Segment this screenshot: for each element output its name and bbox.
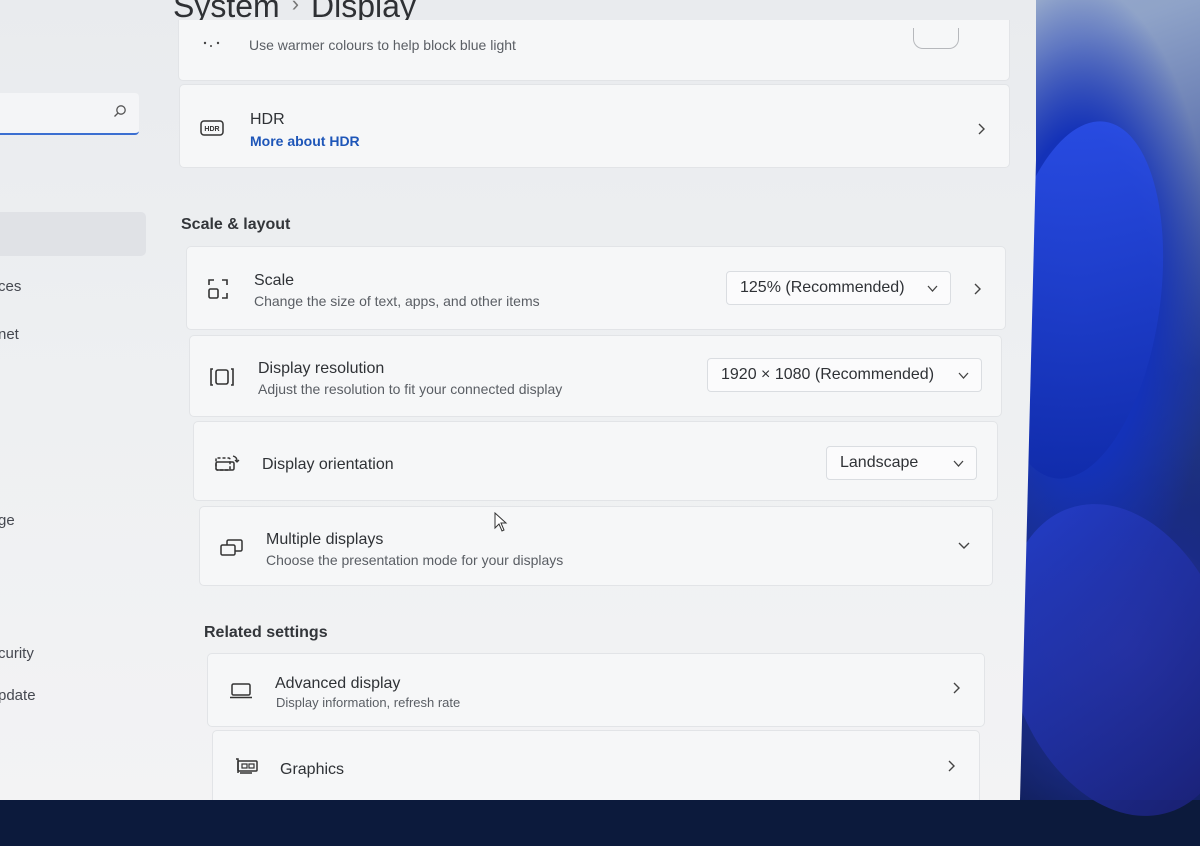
chevron-right-icon[interactable] bbox=[971, 283, 983, 295]
hdr-icon: HDR bbox=[200, 120, 224, 136]
monitor-icon bbox=[230, 683, 252, 699]
display-orientation-title: Display orientation bbox=[262, 456, 394, 473]
night-light-subtitle: Use warmer colours to help block blue li… bbox=[249, 37, 516, 53]
settings-window: ces net ge curity pdate System › Display U… bbox=[0, 0, 1036, 800]
chevron-down-icon bbox=[958, 372, 969, 379]
sidebar-item-devices[interactable]: ces bbox=[0, 278, 21, 295]
scale-icon bbox=[208, 279, 228, 299]
resolution-icon bbox=[210, 368, 234, 386]
hdr-title: HDR bbox=[250, 111, 285, 128]
graphics-title: Graphics bbox=[280, 761, 345, 778]
graphics-card-icon bbox=[236, 758, 258, 774]
chevron-right-icon bbox=[978, 123, 985, 135]
more-about-hdr-link[interactable]: More about HDR bbox=[250, 133, 360, 149]
night-light-icon bbox=[203, 41, 220, 47]
resolution-dropdown[interactable]: 1920 × 1080 (Recommended) bbox=[707, 358, 982, 392]
breadcrumb-separator: › bbox=[291, 0, 300, 16]
scale-layout-heading: Scale & layout bbox=[181, 216, 291, 233]
chevron-right-icon bbox=[953, 682, 960, 694]
scale-title: Scale bbox=[254, 272, 295, 289]
advanced-display-subtitle: Display information, refresh rate bbox=[276, 695, 461, 710]
scale-card[interactable]: Scale Change the size of text, apps, and… bbox=[186, 246, 1006, 330]
chevron-down-icon[interactable] bbox=[958, 539, 970, 551]
display-resolution-card[interactable]: Display resolution Adjust the resolution… bbox=[189, 335, 1002, 417]
advanced-display-card[interactable]: Advanced display Display information, re… bbox=[207, 653, 985, 727]
scale-dropdown[interactable]: 125% (Recommended) bbox=[726, 271, 951, 305]
orientation-dropdown-value: Landscape bbox=[840, 454, 919, 471]
scale-dropdown-value: 125% (Recommended) bbox=[740, 279, 905, 296]
sidebar-item-network[interactable]: net bbox=[0, 326, 19, 343]
search-icon bbox=[114, 105, 126, 117]
night-light-card[interactable]: Use warmer colours to help block blue li… bbox=[178, 20, 1010, 81]
resolution-dropdown-value: 1920 × 1080 (Recommended) bbox=[721, 366, 935, 383]
multiple-displays-title: Multiple displays bbox=[266, 531, 384, 548]
multiple-displays-card[interactable]: Multiple displays Choose the presentatio… bbox=[199, 506, 993, 586]
chevron-down-icon bbox=[927, 285, 938, 292]
sidebar-item-privacy-security[interactable]: curity bbox=[0, 645, 34, 662]
multiple-displays-icon bbox=[220, 539, 243, 556]
svg-text:HDR: HDR bbox=[204, 126, 219, 133]
sidebar-item-system-selected[interactable] bbox=[0, 212, 146, 256]
display-resolution-subtitle: Adjust the resolution to fit your connec… bbox=[258, 381, 563, 397]
orientation-dropdown[interactable]: Landscape bbox=[826, 446, 977, 480]
search-input[interactable] bbox=[0, 93, 139, 135]
night-light-toggle[interactable] bbox=[913, 28, 959, 49]
mouse-cursor-icon bbox=[494, 512, 508, 532]
hdr-card[interactable]: HDR HDR More about HDR bbox=[179, 84, 1010, 168]
chevron-down-icon bbox=[953, 460, 964, 467]
multiple-displays-subtitle: Choose the presentation mode for your di… bbox=[266, 552, 564, 568]
scale-subtitle: Change the size of text, apps, and other… bbox=[254, 293, 540, 309]
chevron-right-icon bbox=[948, 760, 955, 772]
sidebar-item-windows-update[interactable]: pdate bbox=[0, 687, 36, 704]
sidebar-item-language[interactable]: ge bbox=[0, 512, 15, 529]
display-orientation-card[interactable]: Display orientation Landscape bbox=[193, 421, 998, 501]
sidebar: ces net ge curity pdate bbox=[0, 0, 160, 800]
advanced-display-title: Advanced display bbox=[275, 675, 401, 692]
display-resolution-title: Display resolution bbox=[258, 360, 385, 377]
orientation-icon bbox=[215, 455, 240, 471]
related-settings-heading: Related settings bbox=[204, 624, 328, 641]
